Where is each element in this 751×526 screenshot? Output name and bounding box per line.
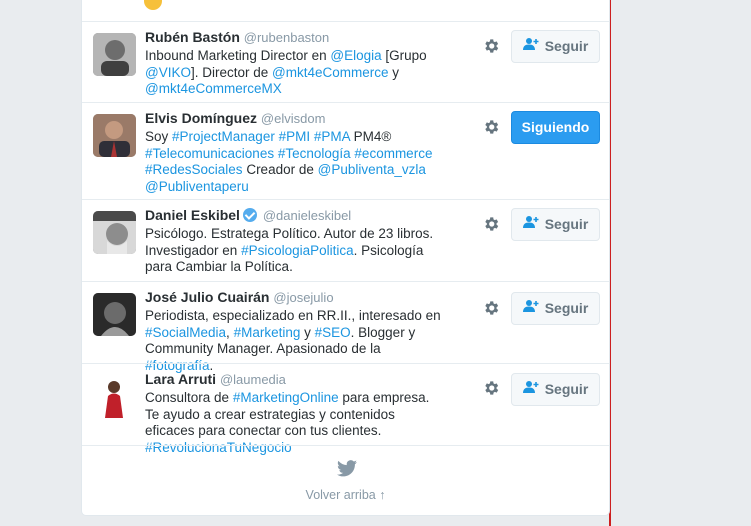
- user-name[interactable]: Elvis Domínguez: [145, 110, 257, 126]
- avatar[interactable]: [93, 293, 136, 336]
- user-bio: Psicólogo. Estratega Político. Autor de …: [145, 226, 445, 276]
- bio-text: ,: [226, 324, 234, 340]
- bio-text: [Grupo: [381, 48, 427, 63]
- hashtag-link[interactable]: #SEO: [315, 325, 351, 340]
- hashtag-link[interactable]: #Marketing: [234, 325, 301, 340]
- bio-text: ]. Director de: [190, 64, 272, 80]
- follow-button[interactable]: Seguir: [511, 208, 600, 241]
- hashtag-link[interactable]: #SocialMedia: [145, 325, 226, 340]
- follow-button[interactable]: Seguir: [511, 292, 600, 325]
- hashtag-link[interactable]: #ProjectManager: [172, 129, 275, 144]
- user-handle[interactable]: @danieleskibel: [263, 208, 351, 223]
- hashtag-link[interactable]: #PMI: [279, 129, 311, 144]
- avatar[interactable]: [93, 114, 136, 157]
- mention-link[interactable]: @Publiventaperu: [145, 179, 249, 194]
- user-handle[interactable]: @josejulio: [273, 290, 333, 305]
- who-to-follow-list: Rubén Bastón @rubenbaston Inbound Market…: [81, 0, 610, 516]
- follow-user-icon: [522, 208, 539, 239]
- follow-button-label: Seguir: [544, 381, 589, 397]
- bio-text: Inbound Marketing Director en: [145, 48, 331, 63]
- back-to-top-link[interactable]: Volver arriba ↑: [82, 488, 609, 502]
- bio-text: Periodista, especializado en RR.II., int…: [145, 308, 441, 323]
- following-button[interactable]: Siguiendo: [511, 111, 600, 144]
- user-handle[interactable]: @rubenbaston: [244, 30, 329, 45]
- avatar[interactable]: [93, 33, 136, 76]
- user-bio: Inbound Marketing Director en @Elogia [G…: [145, 48, 445, 98]
- gear-icon[interactable]: [482, 379, 500, 397]
- gear-icon[interactable]: [482, 37, 500, 55]
- bio-text: Soy: [145, 129, 173, 144]
- gear-icon[interactable]: [482, 118, 500, 136]
- gear-icon[interactable]: [482, 215, 500, 233]
- twitter-bird-icon: [337, 460, 357, 477]
- hashtag-link[interactable]: #PMA: [314, 129, 350, 144]
- follow-button-label: Seguir: [544, 38, 589, 54]
- avatar[interactable]: [93, 375, 136, 418]
- mention-link[interactable]: @Publiventa_vzla: [318, 162, 426, 177]
- bio-text: PM4®: [349, 129, 392, 144]
- mention-link[interactable]: @mkt4eCommerceMX: [145, 81, 282, 96]
- user-bio: Soy #ProjectManager #PMI #PMA PM4® #Tele…: [145, 129, 445, 195]
- hashtag-link[interactable]: #Telecomunicaciones: [145, 146, 274, 161]
- hashtag-link[interactable]: #Tecnología: [278, 146, 351, 161]
- follow-user-icon: [522, 30, 539, 61]
- timeline-footer: Volver arriba ↑: [82, 445, 609, 515]
- user-name[interactable]: Lara Arruti: [145, 371, 216, 387]
- user-row: José Julio Cuairán @josejulio Periodista…: [82, 281, 609, 373]
- emoji-icon: [144, 0, 162, 10]
- user-row: Daniel Eskibel @danieleskibel Psicólogo.…: [82, 199, 609, 281]
- follow-user-icon: [522, 373, 539, 404]
- follow-button[interactable]: Seguir: [511, 373, 600, 406]
- user-name[interactable]: José Julio Cuairán: [145, 289, 269, 305]
- hashtag-link[interactable]: #MarketingOnline: [233, 390, 339, 405]
- mention-link[interactable]: @VIKO: [145, 65, 191, 80]
- user-handle[interactable]: @elvisdom: [261, 111, 326, 126]
- user-name[interactable]: Daniel Eskibel: [145, 207, 240, 223]
- user-row: Lara Arruti @laumedia Consultora de #Mar…: [82, 363, 609, 455]
- avatar[interactable]: [93, 211, 136, 254]
- user-handle[interactable]: @laumedia: [220, 372, 286, 387]
- bio-text: y: [388, 64, 399, 80]
- user-row: Elvis Domínguez @elvisdom Soy #ProjectMa…: [82, 102, 609, 199]
- bio-text: y: [300, 324, 315, 340]
- user-row: Rubén Bastón @rubenbaston Inbound Market…: [82, 21, 609, 102]
- gear-icon[interactable]: [482, 299, 500, 317]
- follow-button-label: Seguir: [544, 216, 589, 232]
- hashtag-link[interactable]: #RedesSociales: [145, 162, 243, 177]
- hashtag-link[interactable]: #PsicologiaPolitica: [241, 243, 354, 258]
- follow-button[interactable]: Seguir: [511, 30, 600, 63]
- hashtag-link[interactable]: #ecommerce: [354, 146, 432, 161]
- mention-link[interactable]: @mkt4eCommerce: [272, 65, 388, 80]
- follow-button-label: Seguir: [544, 300, 589, 316]
- follow-user-icon: [522, 292, 539, 323]
- bio-text: Consultora de: [145, 390, 233, 405]
- bio-text: Creador de: [242, 162, 318, 177]
- user-name[interactable]: Rubén Bastón: [145, 29, 240, 45]
- mention-link[interactable]: @Elogia: [330, 48, 381, 63]
- verified-badge-icon: [242, 208, 257, 222]
